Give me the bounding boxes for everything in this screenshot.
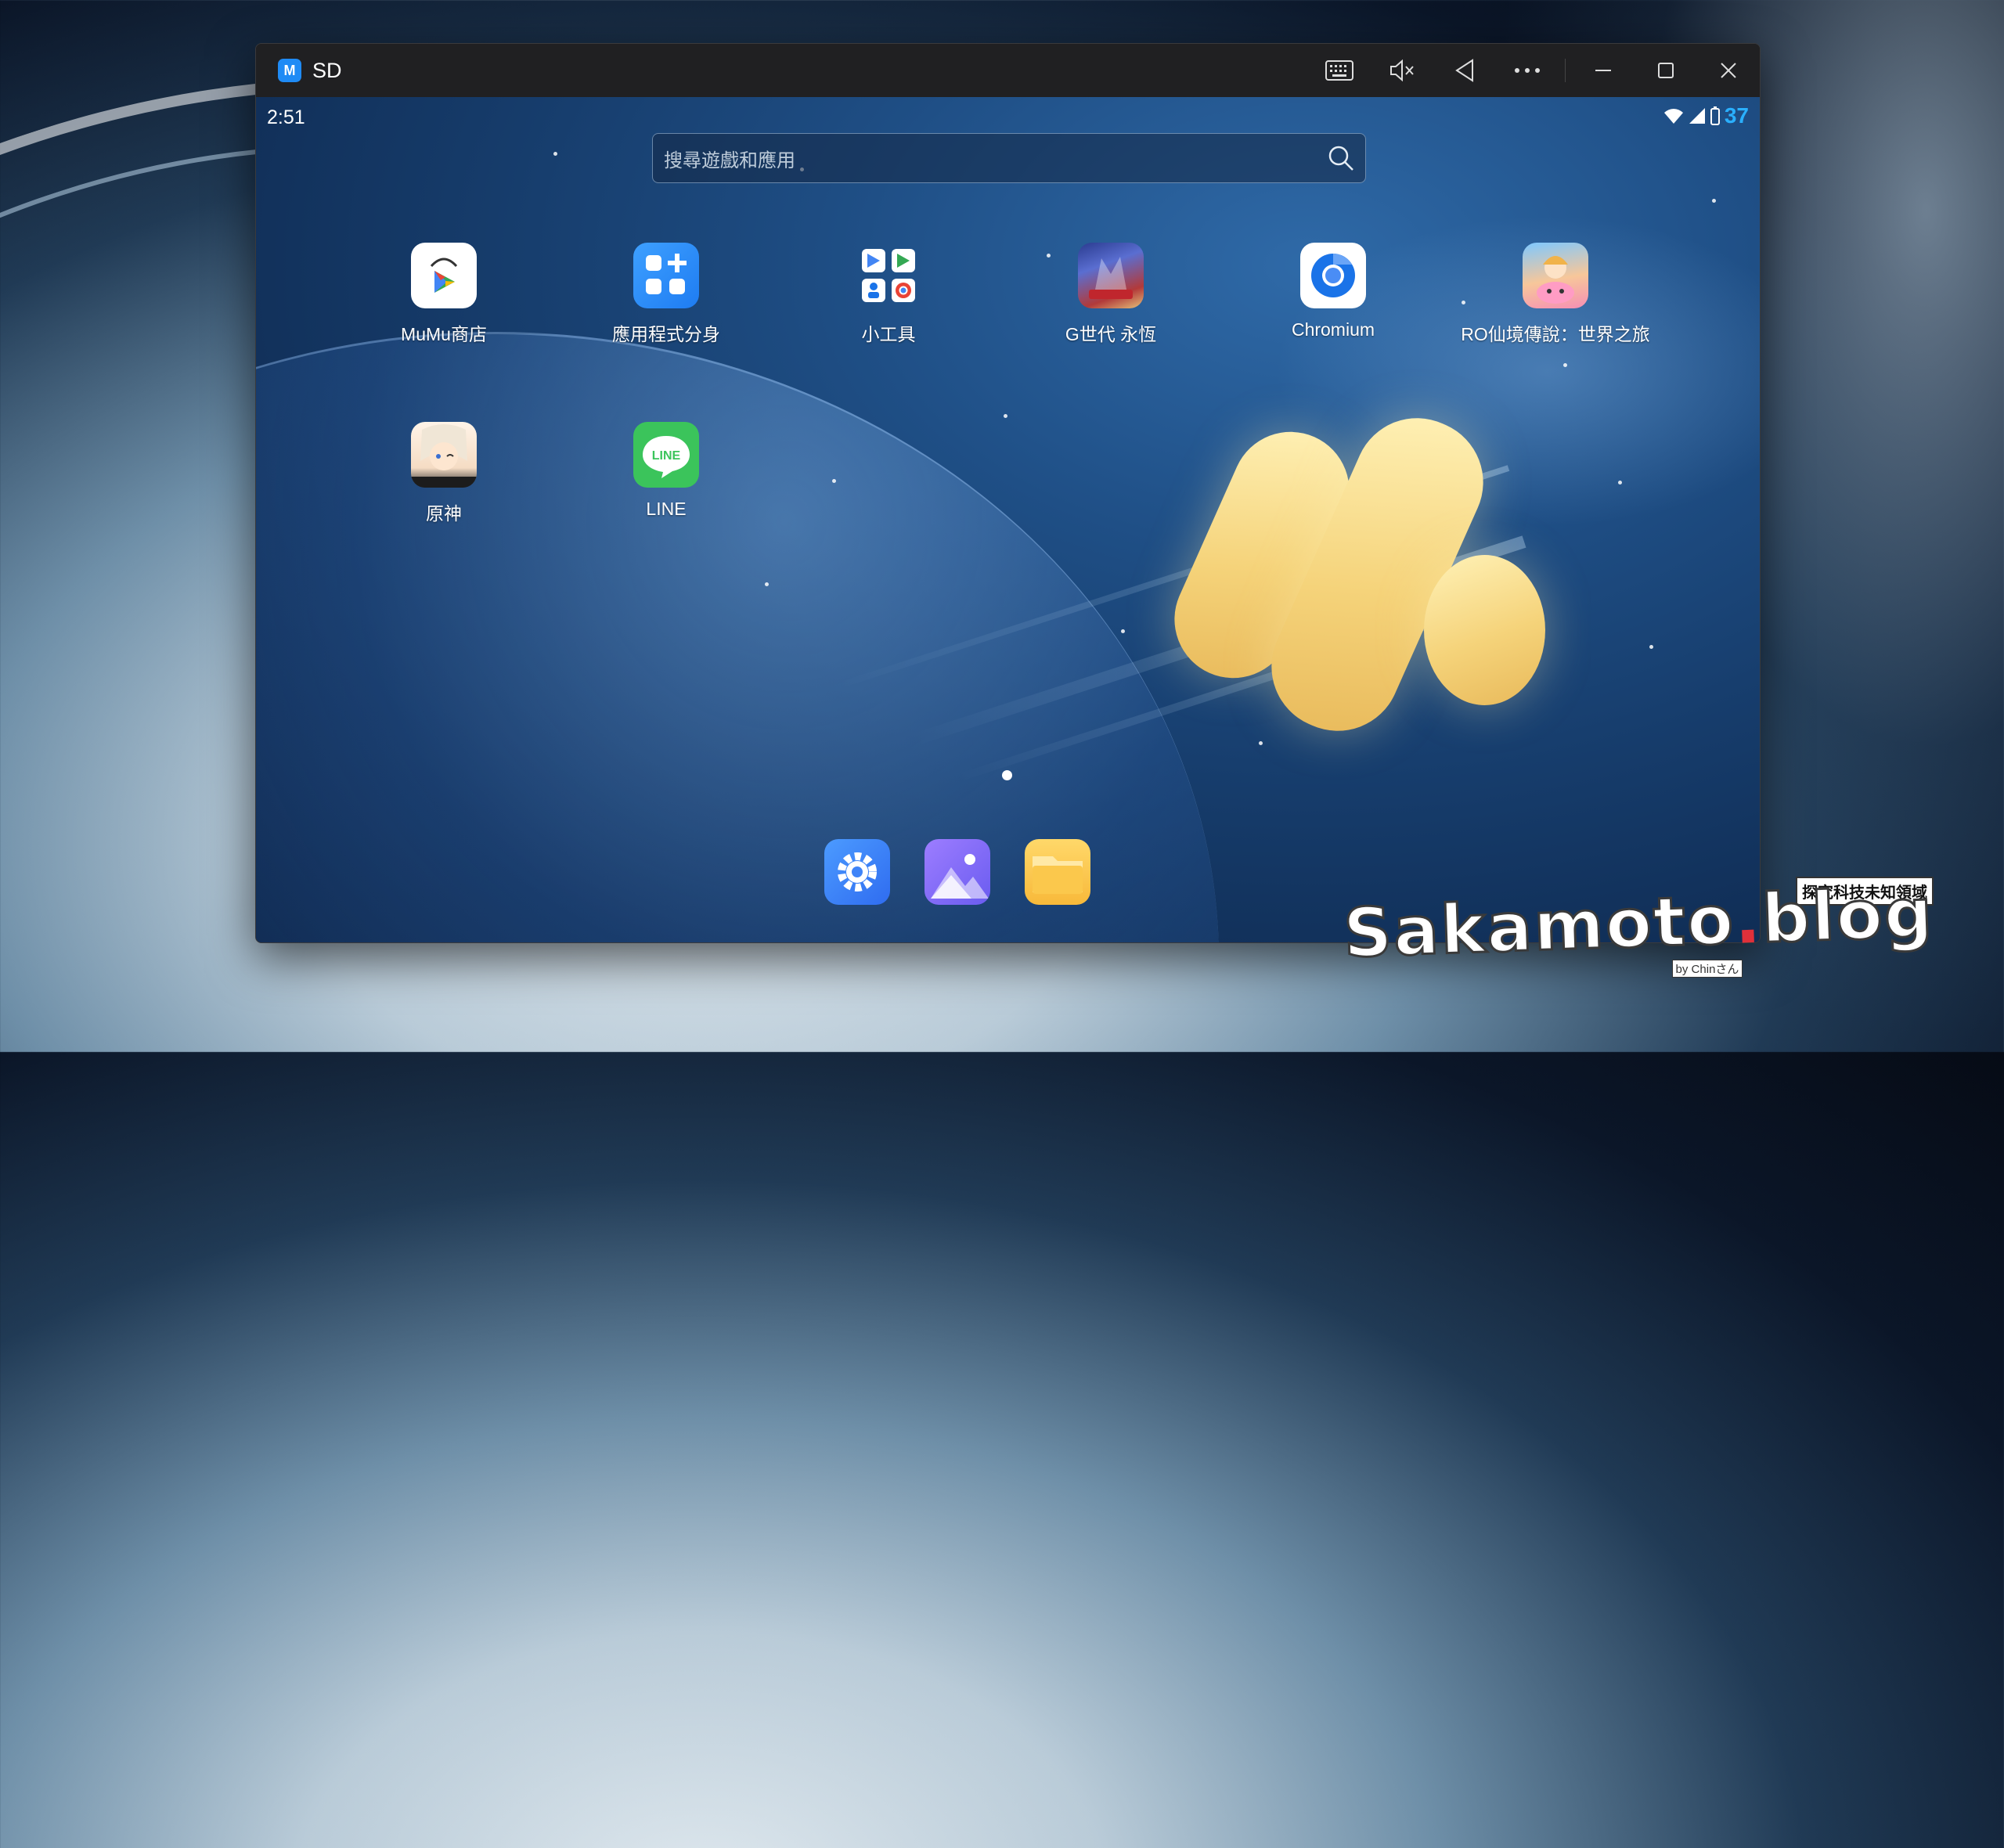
app-clone-icon <box>633 243 699 308</box>
wifi-icon <box>1663 109 1683 124</box>
star <box>553 152 557 156</box>
mumu-logo-icon: M <box>278 59 301 82</box>
play-store-icon <box>411 243 477 308</box>
emulator-window: M SD 2:51 37 搜尋遊戲和應用 MuMu商店 應用程式分身 小工具 G… <box>255 43 1761 943</box>
app-ro-game[interactable]: RO仙境傳說：世界之旅 <box>1461 243 1650 346</box>
chromium-icon <box>1300 243 1366 308</box>
title-bar-controls <box>1308 44 1760 97</box>
app-label: G世代 永恆 <box>1065 324 1157 344</box>
app-label: LINE <box>646 499 687 519</box>
separator <box>1565 59 1566 82</box>
search-bar[interactable]: 搜尋遊戲和應用 <box>652 133 1366 183</box>
watermark-by: by Chinさん <box>1671 960 1743 978</box>
g-generation-icon <box>1078 243 1144 308</box>
ro-game-icon <box>1523 243 1588 308</box>
app-label: 小工具 <box>861 324 916 344</box>
star <box>1649 645 1653 649</box>
app-line[interactable]: LINE LINE <box>572 422 760 520</box>
files-icon[interactable] <box>1025 839 1090 905</box>
status-time: 2:51 <box>267 106 305 128</box>
star <box>1618 481 1622 485</box>
app-mumu-store[interactable]: MuMu商店 <box>350 243 538 346</box>
app-clone[interactable]: 應用程式分身 <box>572 243 760 346</box>
app-label: MuMu商店 <box>401 324 487 344</box>
star <box>765 582 769 586</box>
status-icons: 37 <box>1663 103 1749 128</box>
app-chromium[interactable]: Chromium <box>1239 243 1427 340</box>
watermark: 探究科技未知領域 Sakamoto.blog by Chinさん <box>1341 873 1936 978</box>
battery-icon <box>1710 106 1720 125</box>
app-label: Chromium <box>1291 319 1375 340</box>
gallery-icon[interactable] <box>925 839 990 905</box>
app-genshin[interactable]: 原神 <box>350 422 538 525</box>
tools-folder-icon <box>856 243 921 308</box>
window-title: SD <box>312 58 342 82</box>
maximize-icon[interactable] <box>1635 44 1697 97</box>
star <box>1121 629 1125 633</box>
android-home-screen[interactable]: 2:51 37 搜尋遊戲和應用 MuMu商店 應用程式分身 小工具 G世代 永恆… <box>256 97 1760 942</box>
more-icon[interactable] <box>1496 44 1559 97</box>
star <box>832 479 836 483</box>
title-bar[interactable]: M SD <box>256 44 1760 97</box>
star <box>1712 199 1716 203</box>
app-label: 應用程式分身 <box>612 324 720 344</box>
battery-level: 37 <box>1724 103 1749 128</box>
back-icon[interactable] <box>1433 44 1496 97</box>
app-label: RO仙境傳說：世界之旅 <box>1461 324 1650 344</box>
page-indicator <box>1002 770 1012 780</box>
search-placeholder: 搜尋遊戲和應用 <box>664 149 795 171</box>
star <box>1563 363 1567 367</box>
keyboard-icon[interactable] <box>1308 44 1371 97</box>
settings-icon[interactable] <box>824 839 890 905</box>
app-g-generation[interactable]: G世代 永恆 <box>1017 243 1205 346</box>
svg-text:LINE: LINE <box>652 449 681 463</box>
signal-icon <box>1689 108 1705 124</box>
minimize-icon[interactable] <box>1572 44 1635 97</box>
close-icon[interactable] <box>1697 44 1760 97</box>
line-icon: LINE <box>633 422 699 488</box>
watermark-logo: Sakamoto.blog <box>1341 873 1936 974</box>
mumu-logo-pill <box>1424 555 1545 705</box>
search-icon[interactable] <box>1328 145 1354 171</box>
star <box>1004 414 1007 418</box>
star <box>1259 741 1263 745</box>
genshin-icon <box>411 422 477 488</box>
app-label: 原神 <box>426 503 462 524</box>
app-tools-folder[interactable]: 小工具 <box>795 243 982 346</box>
mute-icon[interactable] <box>1371 44 1433 97</box>
